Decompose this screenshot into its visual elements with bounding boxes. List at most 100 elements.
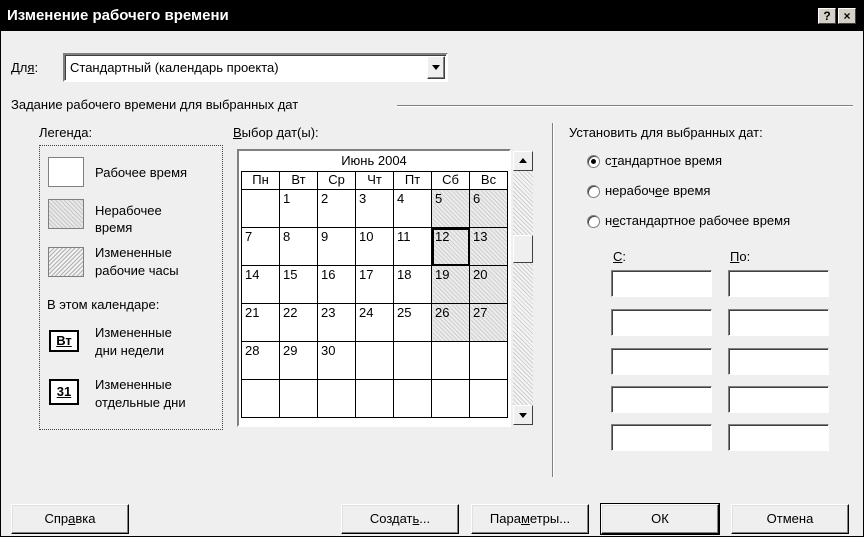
calendar-day-cell[interactable]: 11	[393, 227, 432, 266]
window-title: Изменение рабочего времени	[7, 7, 229, 24]
calendar-day-cell[interactable]: 20	[469, 265, 508, 304]
legend-nonworking-label-2: время	[95, 220, 133, 235]
calendar-day-cell[interactable]: 13	[469, 227, 508, 266]
legend-in-calendar: В этом календаре:	[47, 297, 160, 312]
calendar-grid[interactable]: Июнь 2004 Пн Вт Ср Чт Пт Сб Вс 1 2 3 4 5 6 7 8 9 10 11 12…	[237, 149, 511, 427]
help-button[interactable]: Справка	[11, 504, 129, 534]
calendar-table: Пн Вт Ср Чт Пт Сб Вс 1 2 3 4 5 6 7 8 9 10 11 12 13 14 15 16 17…	[241, 171, 508, 418]
create-button[interactable]: Создать...	[341, 504, 459, 534]
to-label: По:	[730, 249, 751, 264]
weekday-header[interactable]: Вс	[469, 171, 508, 190]
calendar-day-cell[interactable]	[393, 341, 432, 380]
radio-nondefault-time[interactable]	[587, 215, 600, 228]
radio-nonworking-time[interactable]	[587, 185, 600, 198]
scroll-thumb[interactable]	[513, 235, 533, 263]
calendar-day-cell[interactable]: 4	[393, 189, 432, 228]
for-label: Для:	[11, 60, 39, 75]
close-title-button[interactable]: ×	[838, 8, 856, 24]
weekday-header[interactable]: Пт	[393, 171, 432, 190]
calendar-day-cell[interactable]: 22	[279, 303, 318, 342]
calendar-day-cell[interactable]: 5	[431, 189, 470, 228]
set-for-title: Установить для выбранных дат:	[569, 125, 763, 140]
calendar-day-cell[interactable]: 27	[469, 303, 508, 342]
to-time-field-2[interactable]	[728, 309, 829, 336]
calendar-day-cell[interactable]	[317, 379, 356, 418]
legend-weekday-label-2: дни недели	[95, 343, 164, 358]
calendar-day-cell[interactable]: 15	[279, 265, 318, 304]
cancel-button[interactable]: Отмена	[731, 504, 849, 534]
title-bar: Изменение рабочего времени ? ×	[1, 1, 863, 31]
from-time-field-2[interactable]	[611, 309, 712, 336]
radio-standard-time[interactable]	[587, 155, 600, 168]
calendar-day-cell[interactable]: 16	[317, 265, 356, 304]
from-time-field-3[interactable]	[611, 348, 712, 375]
weekday-header[interactable]: Сб	[431, 171, 470, 190]
calendar-day-cell[interactable]: 10	[355, 227, 394, 266]
calendar-day-cell[interactable]: 2	[317, 189, 356, 228]
scroll-up-button[interactable]	[513, 151, 533, 171]
from-time-field-1[interactable]	[611, 270, 712, 297]
calendar-day-cell[interactable]	[355, 379, 394, 418]
from-label: С:	[613, 249, 627, 264]
calendar-day-cell[interactable]	[241, 379, 280, 418]
legend-weekday-label-1: Измененные	[95, 325, 172, 340]
calendar-week-row: 28 29 30	[241, 341, 508, 380]
calendar-day-cell[interactable]: 25	[393, 303, 432, 342]
parameters-button[interactable]: Параметры...	[471, 504, 589, 534]
weekday-header[interactable]: Ср	[317, 171, 356, 190]
from-time-field-5[interactable]	[611, 424, 712, 451]
calendar-day-cell[interactable]: 24	[355, 303, 394, 342]
legend-day-label-1: Измененные	[95, 377, 172, 392]
radio-nonworking-label[interactable]: нерабочее время	[605, 183, 710, 198]
calendar-scrollbar[interactable]	[513, 151, 533, 425]
radio-selected-dot	[591, 159, 596, 164]
dropdown-button[interactable]	[427, 56, 445, 79]
to-time-field-3[interactable]	[728, 348, 829, 375]
calendar-day-cell[interactable]	[279, 379, 318, 418]
calendar-day-cell[interactable]: 19	[431, 265, 470, 304]
calendar-day-cell[interactable]	[355, 341, 394, 380]
calendar-day-cell[interactable]: 9	[317, 227, 356, 266]
calendar-day-cell[interactable]: 1	[279, 189, 318, 228]
weekday-header[interactable]: Пн	[241, 171, 280, 190]
to-time-field-1[interactable]	[728, 270, 829, 297]
calendar-day-cell[interactable]: 23	[317, 303, 356, 342]
calendar-day-cell[interactable]	[393, 379, 432, 418]
calendar-day-cell[interactable]	[469, 341, 508, 380]
calendar-day-cell[interactable]: 30	[317, 341, 356, 380]
calendar-select[interactable]: Стандартный (календарь проекта)	[63, 53, 448, 82]
calendar-week-row: 123456	[241, 189, 508, 228]
calendar-day-cell[interactable]: 12	[431, 227, 470, 266]
legend-working-label: Рабочее время	[95, 165, 188, 180]
radio-standard-label[interactable]: стандартное время	[605, 153, 722, 168]
calendar-day-cell[interactable]: 28	[241, 341, 280, 380]
changed-weekday-icon: Вт	[49, 330, 79, 352]
to-time-field-5[interactable]	[728, 424, 829, 451]
calendar-day-cell[interactable]: 8	[279, 227, 318, 266]
scroll-down-button[interactable]	[513, 405, 533, 425]
radio-nondefault-label[interactable]: нестандартное рабочее время	[605, 213, 790, 228]
calendar-day-cell[interactable]: 14	[241, 265, 280, 304]
calendar-day-cell[interactable]: 26	[431, 303, 470, 342]
calendar-day-cell[interactable]: 3	[355, 189, 394, 228]
weekday-header[interactable]: Чт	[355, 171, 394, 190]
calendar-day-cell[interactable]	[431, 379, 470, 418]
help-title-button[interactable]: ?	[818, 8, 836, 24]
calendar-day-cell[interactable]: 17	[355, 265, 394, 304]
group-title: Задание рабочего времени для выбранных д…	[11, 97, 299, 112]
calendar-day-cell[interactable]: 29	[279, 341, 318, 380]
to-time-field-4[interactable]	[728, 386, 829, 413]
legend-changed-label-1: Измененные	[95, 245, 172, 260]
calendar-day-cell[interactable]	[241, 189, 280, 228]
calendar-day-cell[interactable]	[431, 341, 470, 380]
ok-button[interactable]: ОК	[600, 503, 720, 535]
calendar-day-cell[interactable]: 7	[241, 227, 280, 266]
calendar-day-cell[interactable]: 21	[241, 303, 280, 342]
arrow-down-icon	[519, 413, 527, 418]
calendar-day-cell[interactable]: 18	[393, 265, 432, 304]
from-time-field-4[interactable]	[611, 386, 712, 413]
date-select-label: Выбор дат(ы):	[233, 125, 319, 140]
calendar-day-cell[interactable]: 6	[469, 189, 508, 228]
calendar-day-cell[interactable]	[469, 379, 508, 418]
weekday-header[interactable]: Вт	[279, 171, 318, 190]
